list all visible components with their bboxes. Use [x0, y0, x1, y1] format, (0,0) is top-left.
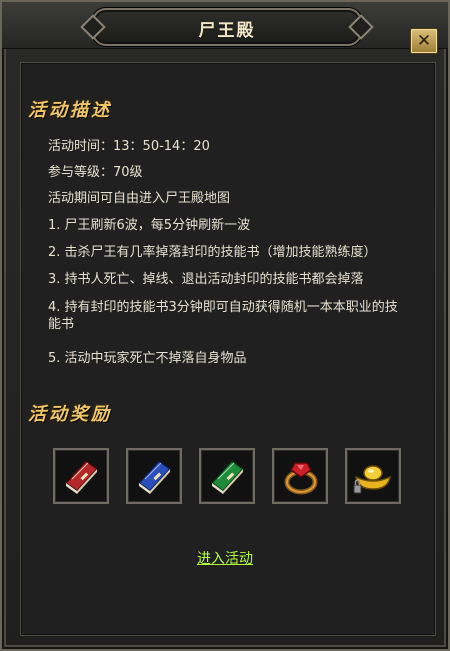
description-heading: 活动描述	[28, 100, 112, 121]
title-plate: 尸王殿	[92, 8, 362, 46]
reward-items	[53, 448, 403, 504]
close-icon: ✕	[416, 30, 432, 51]
title-bar: 尸王殿	[2, 2, 448, 49]
activity-time: 活动时间：13：50-14：20	[48, 139, 210, 154]
enter-activity-link[interactable]: 进入活动	[2, 548, 448, 568]
reward-slot-5[interactable]	[345, 448, 401, 504]
window-title: 尸王殿	[198, 21, 256, 41]
reward-slot-4[interactable]	[272, 448, 328, 504]
activity-intro: 活动期间可自由进入尸王殿地图	[48, 191, 231, 206]
rule-1: 1. 尸王刷新6波，每5分钟刷新一波	[48, 218, 251, 233]
reward-slot-3[interactable]	[199, 448, 255, 504]
rule-3: 3. 持书人死亡、掉线、退出活动封印的技能书都会掉落	[48, 272, 364, 287]
activity-window: 尸王殿 ✕ 活动描述 活动时间：13：50-14：20 参与等级：70级 活动期…	[0, 0, 450, 651]
reward-slot-2[interactable]	[126, 448, 182, 504]
close-button[interactable]: ✕	[410, 28, 438, 54]
activity-level: 参与等级：70级	[48, 165, 143, 180]
reward-heading: 活动奖励	[28, 404, 112, 425]
rule-2: 2. 击杀尸王有几率掉落封印的技能书（增加技能熟练度）	[48, 245, 377, 260]
rule-4: 4. 持有封印的技能书3分钟即可自动获得随机一本本职业的技能书	[48, 300, 398, 332]
reward-slot-1[interactable]	[53, 448, 109, 504]
rule-5: 5. 活动中玩家死亡不掉落自身物品	[48, 351, 247, 366]
